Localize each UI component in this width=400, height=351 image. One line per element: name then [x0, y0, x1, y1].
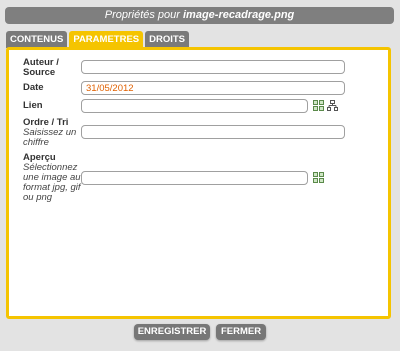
- sitemap-icon[interactable]: [327, 100, 338, 111]
- order-label: Ordre / Tri Saisissez un chiffre: [23, 118, 79, 148]
- tab-parametres[interactable]: PARAMETRES: [69, 31, 144, 48]
- link-label: Lien: [23, 100, 43, 111]
- browse-image-icon[interactable]: [313, 172, 324, 183]
- author-label-line2: Source: [23, 67, 56, 78]
- author-label: Auteur / Source: [23, 58, 59, 78]
- dialog-title-bar: Propriétés pour image-recadrage.png: [5, 7, 394, 24]
- author-input[interactable]: [81, 60, 345, 74]
- date-label: Date: [23, 82, 44, 93]
- link-input[interactable]: [81, 99, 308, 113]
- tab-bar: CONTENUS PARAMETRES DROITS: [6, 31, 190, 48]
- preview-label: Aperçu Sélectionnez une image au format …: [23, 152, 81, 203]
- date-input[interactable]: [81, 81, 345, 95]
- browse-link-icon[interactable]: [313, 100, 324, 111]
- preview-hint: Sélectionnez une image au format jpg, gi…: [23, 162, 81, 203]
- dialog-title-prefix: Propriétés pour: [104, 9, 183, 21]
- order-hint: Saisissez un chiffre: [23, 127, 77, 148]
- close-button[interactable]: FERMER: [216, 324, 266, 340]
- preview-input[interactable]: [81, 171, 308, 185]
- tab-droits[interactable]: DROITS: [145, 31, 190, 48]
- parameters-panel: Auteur / Source Date Lien Ordre / Tri Sa…: [6, 47, 391, 319]
- save-button[interactable]: ENREGISTRER: [134, 324, 210, 340]
- order-input[interactable]: [81, 125, 345, 139]
- dialog-title-filename: image-recadrage.png: [183, 9, 295, 21]
- tab-contenus[interactable]: CONTENUS: [6, 31, 68, 48]
